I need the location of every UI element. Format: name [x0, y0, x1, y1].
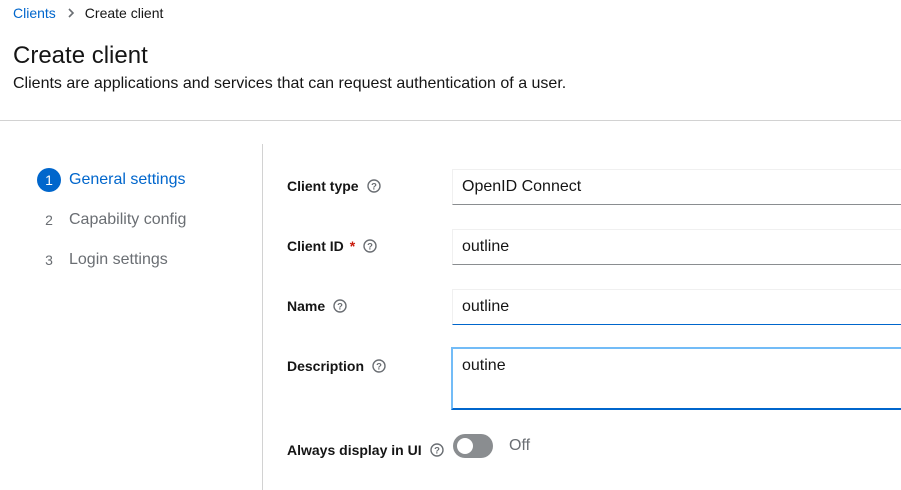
toggle-knob	[457, 438, 473, 454]
client-type-label-text: Client type	[287, 178, 359, 194]
step-label: Capability config	[69, 211, 187, 228]
help-icon[interactable]: ?	[366, 179, 381, 193]
breadcrumb-link-clients[interactable]: Clients	[13, 5, 56, 21]
step-number: 2	[45, 212, 53, 228]
page-title: Create client	[13, 42, 148, 69]
description-label: Description ?	[287, 358, 386, 374]
client-type-label: Client type ?	[287, 178, 381, 194]
description-label-text: Description	[287, 358, 365, 374]
help-icon[interactable]: ?	[363, 239, 377, 253]
header-divider	[0, 120, 901, 121]
svg-text:?: ?	[434, 446, 440, 457]
svg-text:?: ?	[337, 302, 343, 313]
step-number: 1	[37, 168, 61, 192]
client-type-select[interactable]: OpenID Connect	[452, 169, 901, 205]
help-icon[interactable]: ?	[372, 359, 386, 373]
wizard-step-capability-config[interactable]: 2 Capability config	[37, 208, 186, 232]
client-id-input[interactable]: outline	[452, 229, 901, 265]
help-icon[interactable]: ?	[333, 299, 347, 313]
vertical-divider	[262, 144, 263, 490]
step-number: 3	[45, 252, 53, 268]
client-id-label-text: Client ID	[287, 238, 344, 254]
wizard-nav: 1 General settings 2 Capability config 3…	[37, 168, 186, 288]
breadcrumb: Clients Create client	[13, 5, 163, 21]
name-label-text: Name	[287, 298, 326, 314]
always-display-toggle[interactable]	[453, 434, 493, 458]
svg-text:?: ?	[376, 362, 382, 373]
always-display-label: Always display in UI ?	[287, 442, 444, 458]
toggle-state-label: Off	[509, 437, 531, 454]
page-description: Clients are applications and services th…	[13, 75, 567, 92]
client-id-label: Client ID * ?	[287, 238, 377, 254]
name-label: Name ?	[287, 298, 347, 314]
chevron-right-icon	[67, 8, 75, 18]
wizard-step-general-settings[interactable]: 1 General settings	[37, 168, 186, 192]
name-input[interactable]: outline	[452, 289, 901, 325]
wizard-step-login-settings[interactable]: 3 Login settings	[37, 248, 186, 272]
required-marker: *	[349, 238, 356, 254]
step-label: General settings	[69, 171, 186, 188]
breadcrumb-current: Create client	[84, 5, 164, 21]
step-label: Login settings	[69, 251, 168, 268]
svg-text:?: ?	[367, 242, 373, 253]
always-display-label-text: Always display in UI	[287, 442, 422, 458]
help-icon[interactable]: ?	[429, 443, 444, 457]
description-textarea[interactable]: outine	[451, 347, 901, 410]
svg-text:?: ?	[371, 182, 377, 193]
always-display-toggle-group: Off	[453, 434, 530, 458]
